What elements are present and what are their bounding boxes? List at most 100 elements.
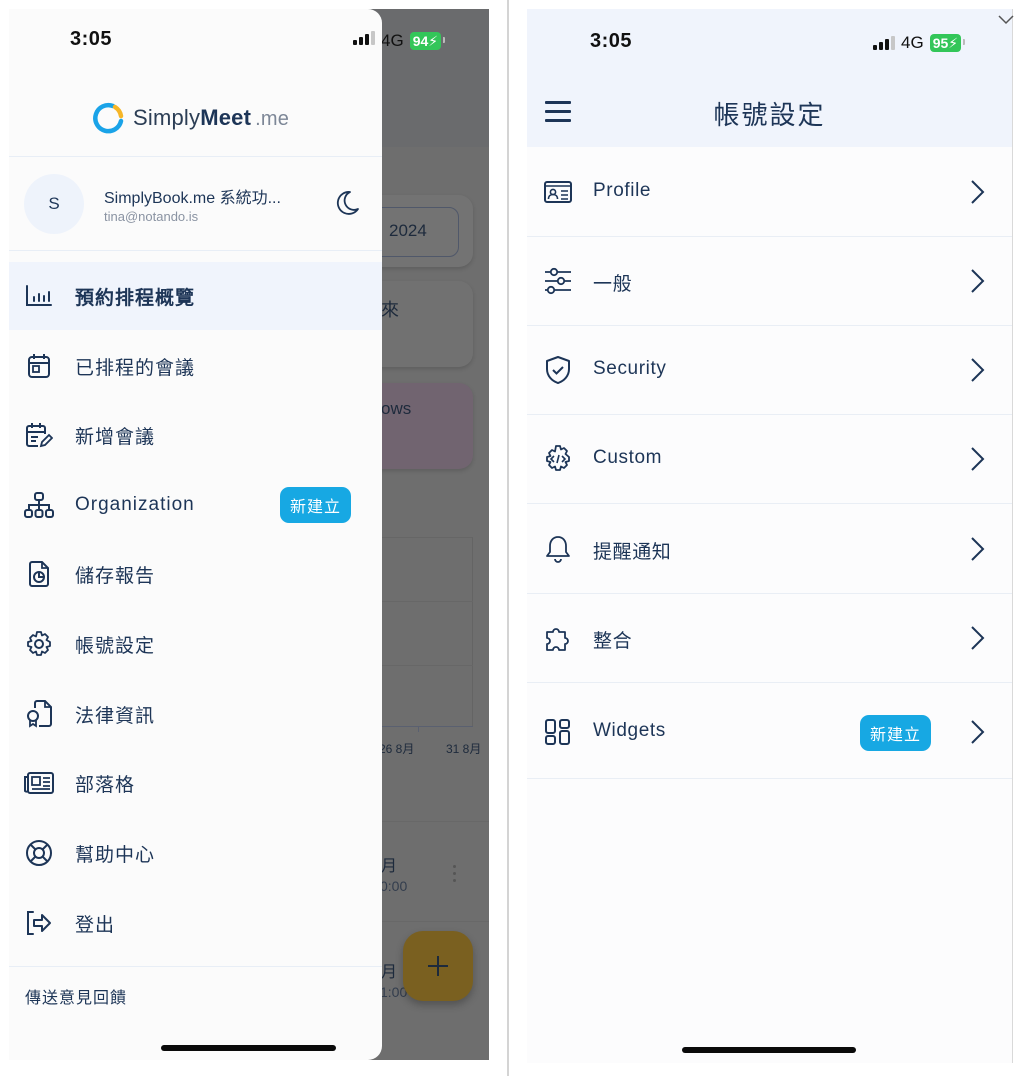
gear-icon [24, 629, 54, 659]
settings-label: Profile [593, 180, 652, 201]
chart-x-label: 31 8月 [446, 742, 482, 756]
sliders-icon [545, 267, 571, 295]
left-phone-screen: 2024 來 ows 26 8月 31 8月 月 0:00 月 1:00 4G … [9, 9, 489, 1060]
menu-item-legal-info[interactable]: 法律資訊 [9, 680, 382, 748]
menu-label: 法律資訊 [75, 705, 156, 727]
divider [9, 250, 382, 251]
chevron-right-icon [971, 358, 985, 382]
settings-row-widgets[interactable]: Widgets 新建立 [527, 684, 1012, 779]
flows-card-text: ows [381, 399, 412, 418]
settings-label: Widgets [593, 720, 666, 741]
signal-icon [873, 36, 895, 50]
legal-document-icon [24, 699, 54, 729]
menu-item-booking-overview[interactable]: 預約排程概覽 [9, 262, 382, 330]
chevron-down-icon[interactable] [997, 14, 1015, 26]
chevron-right-icon [971, 537, 985, 561]
year-text: 2024 [389, 221, 427, 240]
moon-icon[interactable] [333, 189, 361, 217]
menu-item-scheduled-meetings[interactable]: 已排程的會議 [9, 332, 382, 400]
chevron-right-icon [971, 626, 985, 650]
id-card-icon [544, 181, 572, 203]
signal-icon [353, 31, 375, 45]
network-type: 4G [381, 31, 404, 50]
settings-label: Custom [593, 447, 663, 468]
settings-label: 提醒通知 [593, 542, 672, 563]
battery-level: 94 [412, 33, 429, 49]
chart-x-label: 26 8月 [379, 742, 415, 756]
shield-check-icon [546, 356, 570, 384]
settings-row-notifications[interactable]: 提醒通知 [527, 505, 1012, 594]
menu-item-blog[interactable]: 部落格 [9, 749, 382, 817]
navigation-drawer: 3:05 SimplyMeet .me S SimplyBook.me 系統功..… [9, 9, 382, 1060]
user-email: tina@notando.is [104, 209, 199, 224]
new-badge: 新建立 [860, 715, 932, 751]
plus-icon [428, 956, 448, 976]
menu-item-organization[interactable]: Organization 新建立 [9, 471, 382, 539]
menu-label: 部落格 [75, 774, 136, 796]
settings-label: 整合 [593, 631, 633, 652]
screen-divider [507, 0, 509, 1076]
report-file-icon [24, 559, 54, 589]
menu-label: Organization [75, 494, 195, 515]
newspaper-icon [24, 768, 54, 798]
page-title: 帳號設定 [713, 100, 826, 130]
more-options-icon [453, 865, 457, 885]
menu-item-saved-reports[interactable]: 儲存報告 [9, 540, 382, 608]
menu-label: 儲存報告 [75, 565, 156, 587]
list-item-month: 月 [381, 858, 398, 875]
bell-icon [546, 536, 570, 563]
org-chart-icon [24, 490, 54, 520]
code-gear-icon [546, 445, 570, 471]
menu-label: 預約排程概覽 [75, 287, 196, 309]
menu-label: 登出 [75, 914, 116, 936]
settings-row-general[interactable]: 一般 [527, 237, 1012, 326]
menu-item-account-settings[interactable]: 帳號設定 [9, 610, 382, 678]
menu-label: 已排程的會議 [75, 357, 196, 379]
battery-indicator: 94⚡︎ [409, 32, 446, 50]
divider [9, 156, 382, 157]
widgets-grid-icon [545, 719, 570, 745]
settings-label: 一般 [593, 274, 633, 295]
divider [9, 966, 382, 967]
settings-row-custom[interactable]: Custom [527, 415, 1012, 504]
battery-level: 95 [932, 35, 949, 51]
chevron-right-icon [971, 720, 985, 744]
user-name[interactable]: SimplyBook.me 系統功... [104, 184, 281, 208]
menu-item-new-meeting[interactable]: 新增會議 [9, 401, 382, 469]
new-badge: 新建立 [280, 487, 352, 523]
menu-label: 新增會議 [75, 426, 156, 448]
list-item-time: 0:00 [380, 878, 408, 894]
screen-edge [1012, 9, 1013, 1063]
menu-label: 幫助中心 [75, 844, 156, 866]
menu-item-help-center[interactable]: 幫助中心 [9, 819, 382, 887]
chevron-right-icon [971, 269, 985, 293]
status-time: 3:05 [70, 28, 113, 50]
chevron-right-icon [971, 180, 985, 204]
app-logo: SimplyMeet .me [91, 101, 289, 135]
right-phone-screen: 3:05 4G 95⚡︎ 帳號設定 Profile 一般 Security Cu… [527, 9, 1012, 1063]
puzzle-icon [546, 628, 569, 651]
settings-row-profile[interactable]: Profile [527, 148, 1012, 237]
settings-row-integrations[interactable]: 整合 [527, 594, 1012, 683]
logo-ring-icon [93, 102, 124, 134]
menu-item-logout[interactable]: 登出 [9, 889, 382, 957]
logout-icon [24, 908, 54, 938]
chevron-right-icon [971, 447, 985, 471]
home-indicator [682, 1047, 856, 1053]
bar-chart-icon [24, 281, 54, 311]
status-icons: 4G 95⚡︎ [873, 33, 966, 53]
status-time: 3:05 [590, 30, 633, 52]
send-feedback-link[interactable]: 傳送意見回饋 [25, 984, 127, 1008]
chart-tick [418, 727, 419, 732]
settings-label: Security [593, 358, 667, 379]
home-indicator [161, 1045, 336, 1051]
add-fab-button[interactable] [403, 931, 473, 1001]
lifebuoy-icon [24, 838, 54, 868]
network-type: 4G [901, 33, 924, 52]
settings-row-security[interactable]: Security [527, 326, 1012, 415]
user-avatar[interactable]: S [24, 174, 84, 234]
calendar-icon [24, 351, 54, 381]
app-header: 3:05 4G 95⚡︎ 帳號設定 [527, 9, 1012, 147]
menu-label: 帳號設定 [75, 635, 156, 657]
list-item-month: 月 [381, 964, 398, 981]
